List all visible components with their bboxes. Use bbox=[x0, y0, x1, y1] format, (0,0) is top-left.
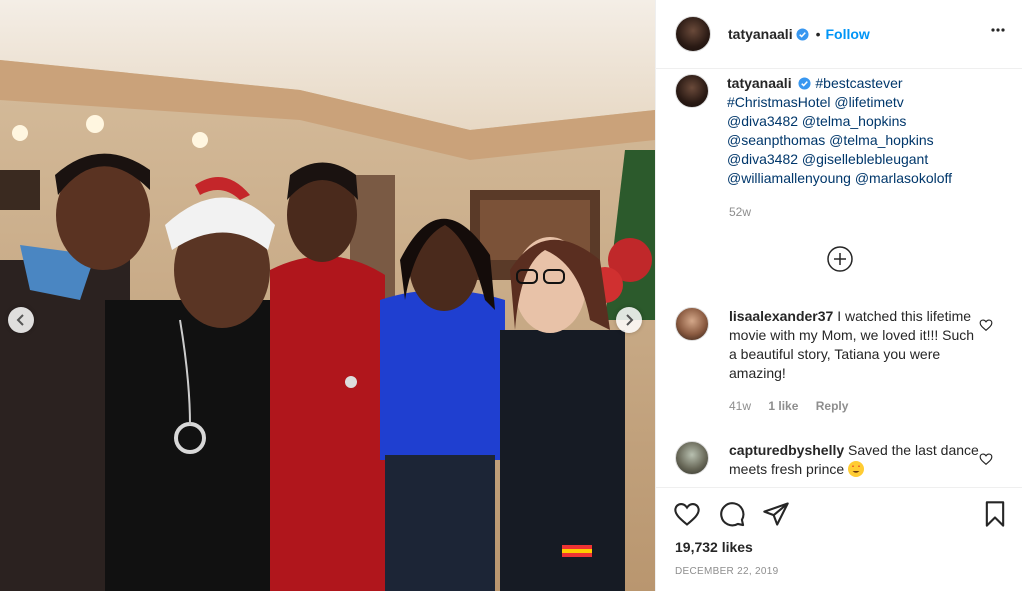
verified-badge-icon bbox=[798, 77, 812, 90]
author-username[interactable]: tatyanaali bbox=[728, 26, 793, 42]
next-photo-button[interactable] bbox=[616, 307, 642, 333]
post-header: tatyanaali • Follow bbox=[656, 0, 1022, 69]
caption-line[interactable]: @williamallenyoung @marlasokoloff bbox=[727, 170, 952, 186]
comment-icon[interactable] bbox=[718, 500, 746, 528]
post-actions: 19,732 likes DECEMBER 22, 2019 bbox=[656, 487, 1022, 591]
comment-likes-count[interactable]: 1 like bbox=[768, 399, 798, 413]
post-date[interactable]: DECEMBER 22, 2019 bbox=[675, 566, 778, 577]
caption-line[interactable]: #bestcastever bbox=[815, 75, 902, 91]
comment-item: capturedbyshelly Saved the last dance me… bbox=[675, 441, 984, 479]
commenter-avatar[interactable] bbox=[675, 441, 709, 475]
commenter-username[interactable]: capturedbyshelly bbox=[729, 442, 844, 458]
group-photo-image bbox=[0, 0, 655, 591]
comment-timestamp[interactable]: 41w bbox=[729, 399, 751, 413]
caption-line[interactable]: @seanpthomas @telma_hopkins bbox=[727, 132, 934, 148]
reply-button[interactable]: Reply bbox=[816, 399, 849, 413]
follow-button[interactable]: Follow bbox=[826, 26, 870, 42]
chevron-right-icon bbox=[626, 314, 634, 326]
post-photo[interactable] bbox=[0, 0, 655, 591]
instagram-post-view: tatyanaali • Follow tatyanaali #bestcast… bbox=[0, 0, 1022, 591]
comments-section[interactable]: tatyanaali #bestcastever #ChristmasHotel… bbox=[656, 69, 1022, 487]
previous-photo-button[interactable] bbox=[8, 307, 34, 333]
heart-icon[interactable] bbox=[979, 318, 993, 332]
commenter-username[interactable]: lisaalexander37 bbox=[729, 308, 833, 324]
post-side-panel: tatyanaali • Follow tatyanaali #bestcast… bbox=[655, 0, 1022, 591]
author-avatar[interactable] bbox=[675, 16, 711, 52]
heart-icon[interactable] bbox=[979, 452, 993, 466]
bookmark-icon[interactable] bbox=[981, 500, 1009, 528]
comment-item: lisaalexander37 I watched this lifetime … bbox=[675, 307, 984, 416]
chevron-left-icon bbox=[16, 314, 24, 326]
likes-count[interactable]: 19,732 likes bbox=[675, 539, 753, 555]
share-icon[interactable] bbox=[762, 500, 790, 528]
caption-timestamp[interactable]: 52w bbox=[729, 205, 751, 219]
caption-line[interactable]: @diva3482 @telma_hopkins bbox=[727, 113, 906, 129]
verified-badge-icon bbox=[796, 27, 809, 41]
caption-line[interactable]: @diva3482 @giselleblebleugant bbox=[727, 151, 928, 167]
post-caption: tatyanaali #bestcastever #ChristmasHotel… bbox=[675, 74, 992, 188]
caption-line[interactable]: #ChristmasHotel @lifetimetv bbox=[727, 94, 904, 110]
caption-author-avatar[interactable] bbox=[675, 74, 709, 108]
commenter-avatar[interactable] bbox=[675, 307, 709, 341]
more-options-icon[interactable] bbox=[990, 22, 1006, 38]
heart-icon[interactable] bbox=[673, 500, 701, 528]
separator-dot: • bbox=[815, 26, 821, 42]
caption-username[interactable]: tatyanaali bbox=[727, 75, 792, 91]
add-circle-icon[interactable] bbox=[827, 246, 853, 272]
star-struck-emoji bbox=[848, 461, 865, 477]
